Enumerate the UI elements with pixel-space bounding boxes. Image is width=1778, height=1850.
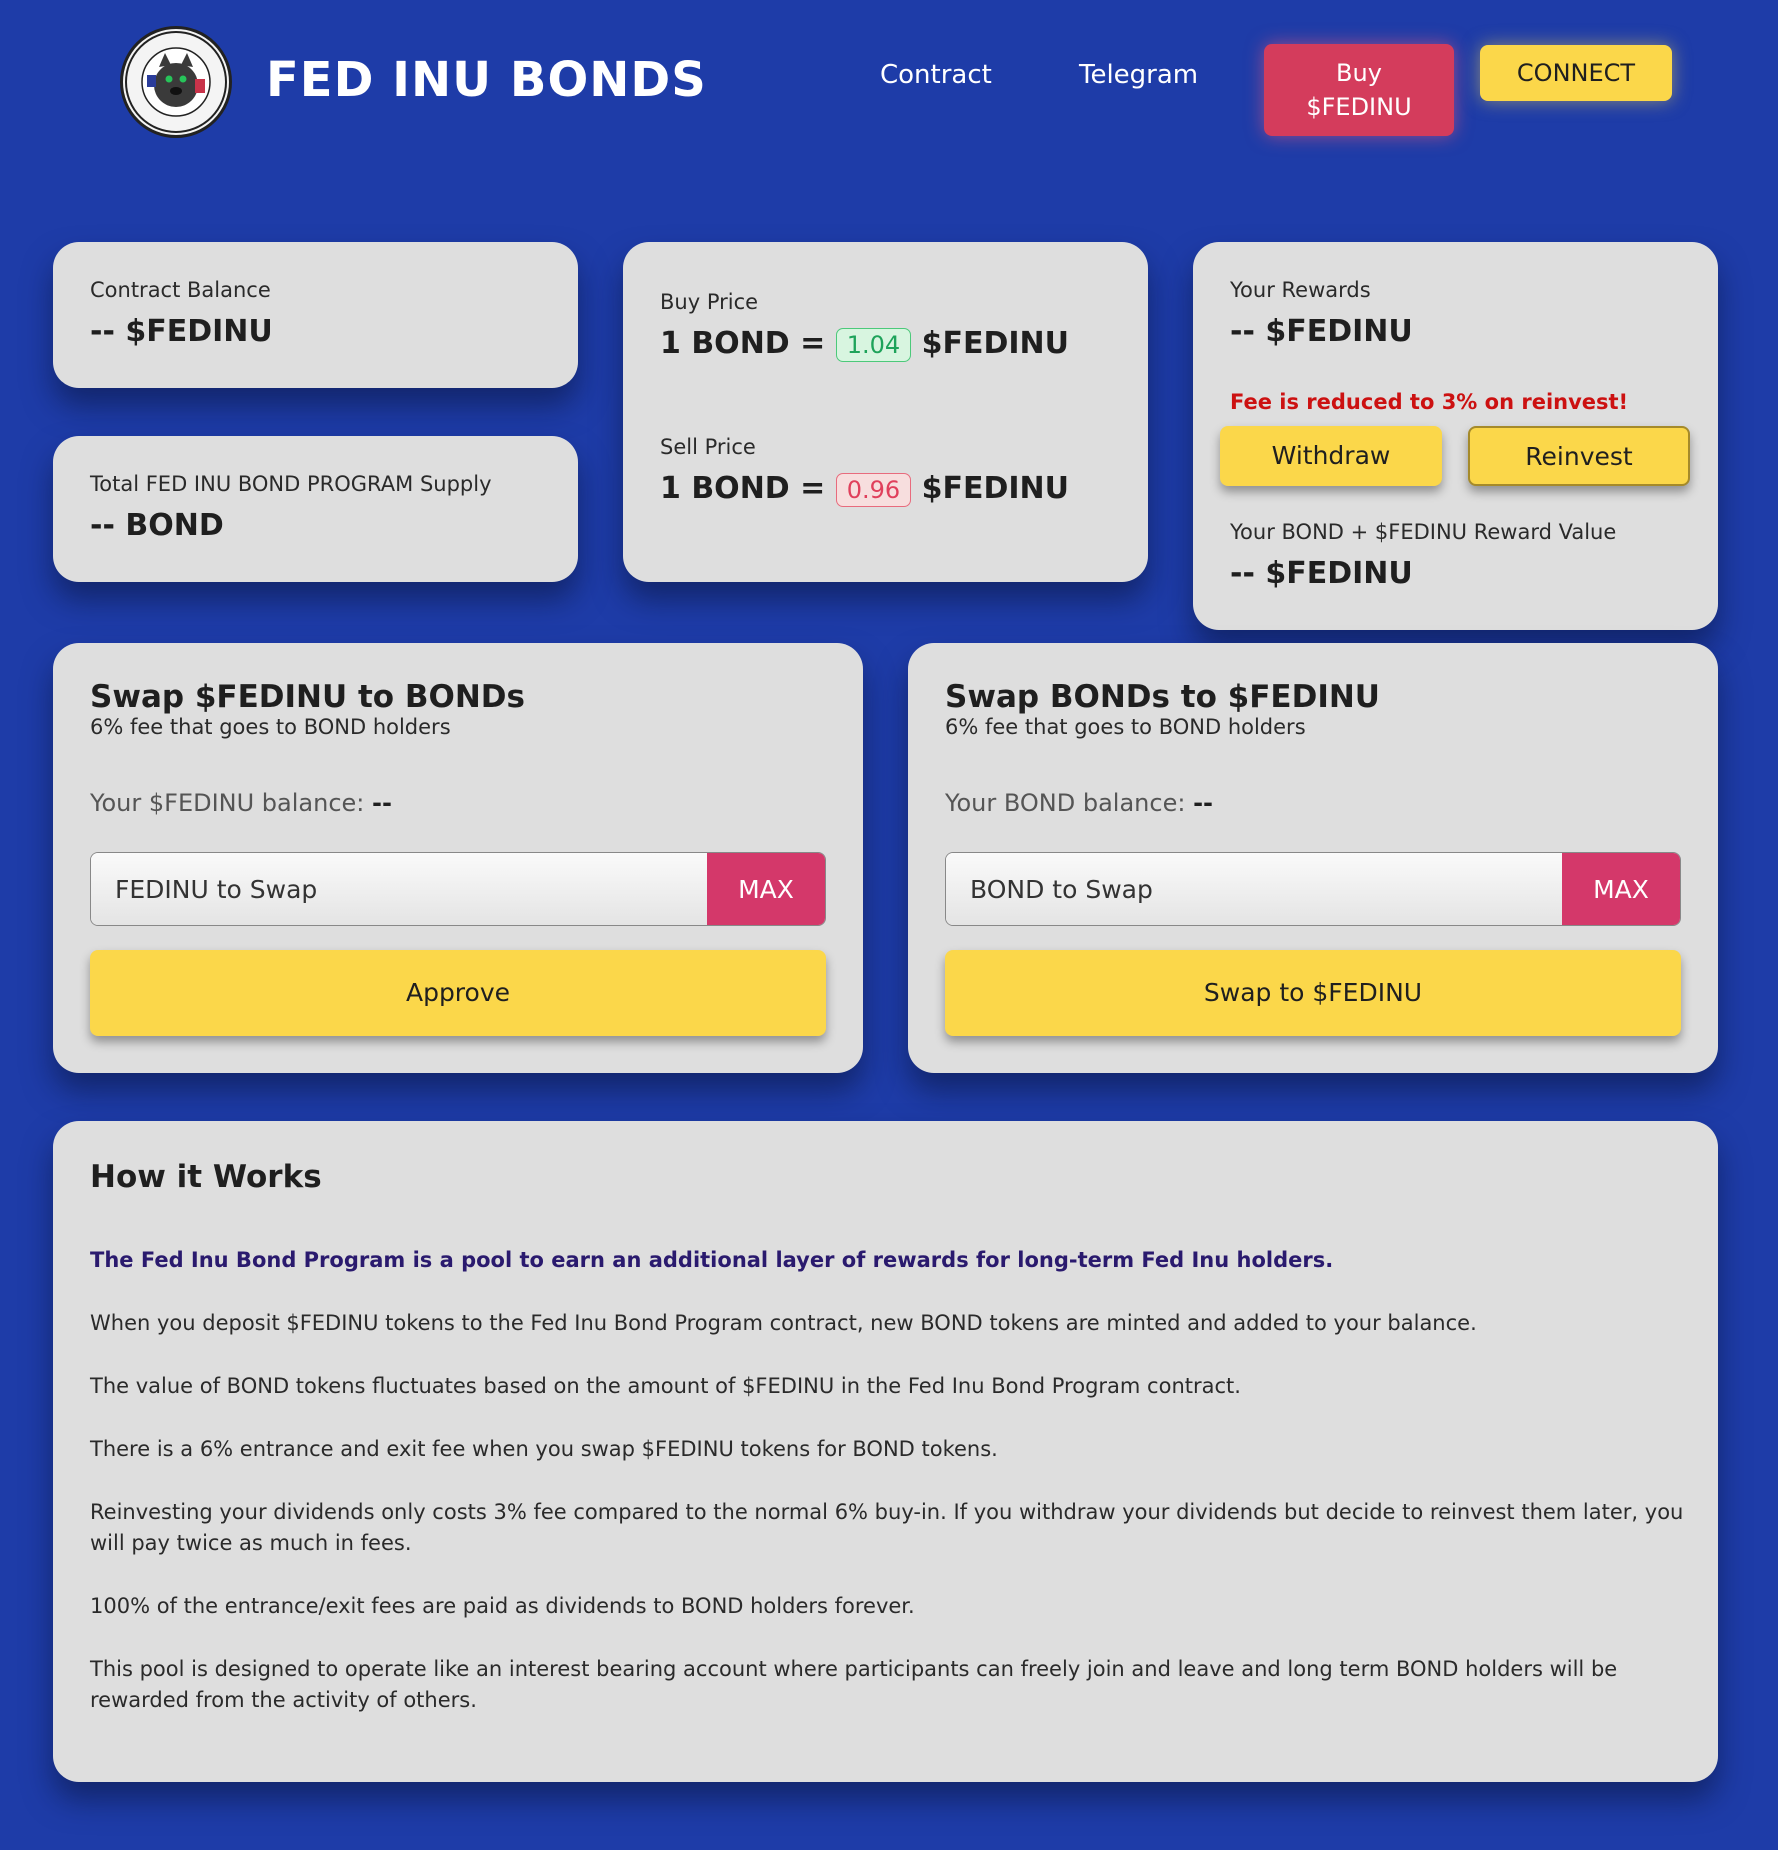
fedinu-amount-input[interactable] [91, 853, 707, 925]
nav-contract-link[interactable]: Contract [880, 60, 992, 90]
swap-to-fedinu-subtitle: 6% fee that goes to BOND holders [945, 715, 1306, 739]
buy-price-suffix: $FEDINU [921, 326, 1070, 361]
reinvest-button[interactable]: Reinvest [1468, 426, 1690, 486]
how-paragraph-intro: The Fed Inu Bond Program is a pool to ea… [90, 1248, 1334, 1272]
swap-to-bond-subtitle: 6% fee that goes to BOND holders [90, 715, 451, 739]
sell-price-label: Sell Price [660, 435, 756, 459]
federal-reserve-logo[interactable] [120, 26, 232, 138]
bond-supply-card: Total FED INU BOND PROGRAM Supply -- BON… [53, 436, 578, 582]
contract-balance-label: Contract Balance [90, 278, 271, 302]
fedinu-swap-field: MAX [90, 852, 826, 926]
swap-to-fedinu-card: Swap BONDs to $FEDINU 6% fee that goes t… [908, 643, 1718, 1073]
bond-supply-label: Total FED INU BOND PROGRAM Supply [90, 472, 492, 496]
bond-balance-label: Your BOND balance: [945, 789, 1186, 817]
approve-button[interactable]: Approve [90, 950, 826, 1036]
buy-fedinu-button[interactable]: Buy $FEDINU [1264, 44, 1454, 136]
seal-icon [125, 31, 227, 133]
withdraw-button[interactable]: Withdraw [1220, 426, 1442, 486]
reinvest-fee-note: Fee is reduced to 3% on reinvest! [1230, 390, 1629, 414]
swap-to-fedinu-button[interactable]: Swap to $FEDINU [945, 950, 1681, 1036]
how-paragraph: The value of BOND tokens fluctuates base… [90, 1374, 1241, 1398]
sell-price-prefix: 1 BOND = [660, 471, 826, 506]
bond-balance-value: -- [1193, 789, 1213, 817]
fedinu-balance: Your $FEDINU balance: -- [90, 789, 392, 817]
buy-price-value: 1.04 [835, 327, 912, 362]
fedinu-balance-value: -- [372, 789, 392, 817]
price-card: Buy Price 1 BOND = 1.04 $FEDINU Sell Pri… [623, 242, 1148, 582]
buy-price-row: 1 BOND = 1.04 $FEDINU [660, 326, 1069, 362]
contract-balance-value: -- $FEDINU [90, 314, 273, 349]
how-paragraph: There is a 6% entrance and exit fee when… [90, 1437, 998, 1461]
reward-value-label: Your BOND + $FEDINU Reward Value [1230, 520, 1617, 544]
sell-price-value: 0.96 [835, 472, 912, 507]
nav-telegram-link[interactable]: Telegram [1079, 60, 1198, 90]
bond-swap-field: MAX [945, 852, 1681, 926]
swap-to-bond-card: Swap $FEDINU to BONDs 6% fee that goes t… [53, 643, 863, 1073]
rewards-card: Your Rewards -- $FEDINU Fee is reduced t… [1193, 242, 1718, 630]
rewards-value: -- $FEDINU [1230, 314, 1413, 349]
buy-price-prefix: 1 BOND = [660, 326, 826, 361]
buy-label-line1: Buy [1336, 59, 1382, 87]
how-it-works-title: How it Works [90, 1159, 322, 1195]
swap-to-bond-title: Swap $FEDINU to BONDs [90, 679, 525, 715]
bond-amount-input[interactable] [946, 853, 1562, 925]
how-paragraph: 100% of the entrance/exit fees are paid … [90, 1594, 915, 1618]
contract-balance-card: Contract Balance -- $FEDINU [53, 242, 578, 388]
bond-balance: Your BOND balance: -- [945, 789, 1213, 817]
bond-max-button[interactable]: MAX [1562, 853, 1680, 925]
how-it-works-body: The Fed Inu Bond Program is a pool to ea… [90, 1245, 1690, 1748]
rewards-label: Your Rewards [1230, 278, 1371, 302]
fedinu-max-button[interactable]: MAX [707, 853, 825, 925]
how-paragraph: Reinvesting your dividends only costs 3%… [90, 1500, 1684, 1555]
reward-value: -- $FEDINU [1230, 556, 1413, 591]
how-paragraph: When you deposit $FEDINU tokens to the F… [90, 1311, 1477, 1335]
fedinu-balance-label: Your $FEDINU balance: [90, 789, 365, 817]
sell-price-row: 1 BOND = 0.96 $FEDINU [660, 471, 1069, 507]
how-paragraph: This pool is designed to operate like an… [90, 1657, 1618, 1712]
connect-wallet-button[interactable]: CONNECT [1480, 45, 1672, 101]
buy-label-line2: $FEDINU [1306, 93, 1412, 121]
bond-supply-value: -- BOND [90, 508, 224, 543]
buy-price-label: Buy Price [660, 290, 759, 314]
swap-to-fedinu-title: Swap BONDs to $FEDINU [945, 679, 1380, 715]
how-it-works-card: How it Works The Fed Inu Bond Program is… [53, 1121, 1718, 1782]
brand-title: FED INU BONDS [266, 52, 707, 108]
sell-price-suffix: $FEDINU [921, 471, 1070, 506]
